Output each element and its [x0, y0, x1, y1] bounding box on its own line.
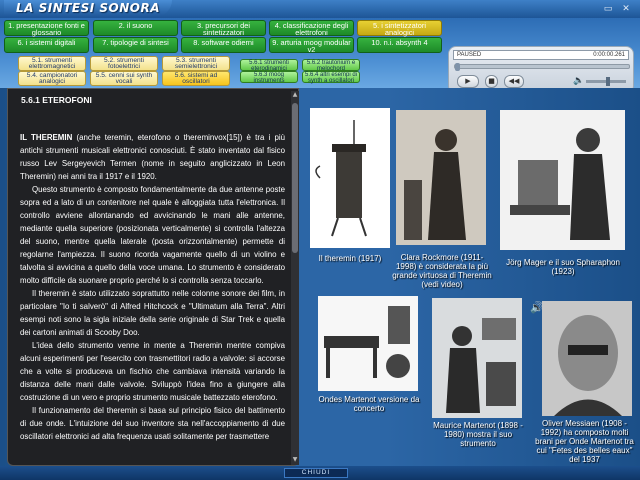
- app-title: LA SINTESI SONORA: [4, 0, 172, 17]
- martenot-photo[interactable]: [432, 298, 522, 418]
- nav-button-5[interactable]: 5. i sintetizzatori analogici: [357, 20, 442, 36]
- volume-thumb[interactable]: [606, 77, 610, 86]
- restore-window-button[interactable]: ▭: [602, 4, 614, 15]
- seek-thumb[interactable]: [455, 63, 460, 71]
- media-player: PAUSED 0:00:00.261 ▶ ■ ◀◀ 🔈: [448, 46, 634, 94]
- theremin-drawing: [315, 120, 367, 237]
- subnav-button-6[interactable]: 5.6. sistemi ad oscillatori: [162, 71, 230, 86]
- section-title: 5.6.1 ETEROFONI: [21, 95, 92, 105]
- nav-button-7[interactable]: 7. tipologie di sintesi: [93, 37, 178, 53]
- text-body: IL THEREMIN (anche teremin, eterofono o …: [20, 131, 285, 463]
- subnav2-button-2[interactable]: 5.6.2 trautonium e melochord: [302, 59, 360, 72]
- subnav2-button-4[interactable]: 5.6.4 altri esempi di synth a oscillator…: [302, 71, 360, 84]
- ondes-drawing: [318, 296, 418, 391]
- player-time: 0:00:00.261: [593, 52, 625, 58]
- theremin-photo[interactable]: [310, 108, 390, 248]
- messiaen-figure: [542, 301, 632, 416]
- title-bar: LA SINTESI SONORA ▭ ✕: [0, 0, 640, 18]
- subnav2-button-3[interactable]: 5.6.3 moog instruments: [240, 71, 298, 84]
- martenot-figure: [432, 298, 522, 418]
- paragraph: Il theremin è stato utilizzato soprattut…: [20, 289, 285, 337]
- player-status-text: PAUSED: [457, 52, 482, 58]
- nav-button-8[interactable]: 8. software odierni: [181, 37, 266, 53]
- player-status-bar: PAUSED 0:00:00.261: [453, 50, 629, 60]
- mager-photo[interactable]: [500, 110, 625, 250]
- subnav-button-5[interactable]: 5.5. cenni sui synth vocali: [90, 71, 158, 86]
- footer: CHIUDI: [0, 466, 640, 480]
- caption-ondes: Ondes Martenot versione da concerto: [318, 395, 420, 413]
- mager-figure: [500, 110, 625, 250]
- paragraph-lead: IL THEREMIN: [20, 133, 73, 142]
- caption-mager: Jörg Mager e il suo Spharaphon (1923): [506, 258, 620, 276]
- messiaen-photo[interactable]: [542, 301, 632, 416]
- subnav2-button-1[interactable]: 5.6.1 strumenti eterodinamici: [240, 59, 298, 72]
- paragraph: Questo strumento è composto fondamentalm…: [20, 185, 285, 285]
- scroll-up-arrow-icon[interactable]: ▲: [291, 91, 299, 100]
- scrollbar[interactable]: ▲ ▼: [291, 91, 299, 465]
- rockmore-photo[interactable]: [396, 110, 486, 245]
- nav-button-9[interactable]: 9. arturia moog modular v2: [269, 37, 354, 53]
- caption-rockmore: Clara Rockmore (1911-1998) è considerata…: [392, 253, 492, 289]
- caption-maurice: Maurice Martenot (1898 - 1980) mostra il…: [433, 421, 523, 448]
- seek-bar[interactable]: [454, 63, 630, 71]
- stop-button[interactable]: ■: [485, 75, 498, 88]
- close-button[interactable]: CHIUDI: [284, 468, 348, 478]
- nav-button-3[interactable]: 3. precursori dei sintetizzatori: [181, 20, 266, 36]
- nav-button-10[interactable]: 10. n.i. absynth 4: [357, 37, 442, 53]
- paragraph: L'idea dello strumento venne in mente a …: [20, 341, 285, 402]
- nav-button-4[interactable]: 4. classificazione degli elettrofoni: [269, 20, 354, 36]
- main-content: 5.6.1 ETEROFONI IL THEREMIN (anche terem…: [0, 88, 640, 468]
- close-window-button[interactable]: ✕: [620, 4, 632, 15]
- paragraph: IL THEREMIN (anche teremin, eterofono o …: [20, 131, 285, 183]
- rewind-button[interactable]: ◀◀: [504, 75, 524, 88]
- scroll-thumb[interactable]: [292, 103, 298, 253]
- subnav-button-1[interactable]: 5.1. strumenti elettromagnetici: [18, 56, 86, 71]
- scroll-down-arrow-icon[interactable]: ▼: [291, 456, 299, 465]
- header: 1. presentazione fonti e glossario 2. il …: [0, 18, 640, 94]
- rockmore-figure: [396, 110, 486, 245]
- subnav-button-3[interactable]: 5.3. strumenti semielettronici: [162, 56, 230, 71]
- nav-button-2[interactable]: 2. il suono: [93, 20, 178, 36]
- play-button[interactable]: ▶: [457, 75, 479, 88]
- subnav-button-4[interactable]: 5.4. campionatori analogici: [18, 71, 86, 86]
- volume-slider[interactable]: [586, 77, 626, 86]
- text-panel: 5.6.1 ETEROFONI IL THEREMIN (anche terem…: [7, 88, 299, 466]
- paragraph: Il funzionamento del theremin si basa su…: [20, 406, 285, 441]
- images-area: Il theremin (1917) Clara Rockmore (1911-…: [300, 88, 640, 468]
- nav-button-1[interactable]: 1. presentazione fonti e glossario: [4, 20, 89, 36]
- nav-button-6[interactable]: 6. i sistemi digitali: [4, 37, 89, 53]
- subnav-button-2[interactable]: 5.2. strumenti fotoelettrici: [90, 56, 158, 71]
- caption-messiaen: Oliver Messiaen (1908 - 1992) ha compost…: [535, 419, 634, 464]
- speaker-icon: 🔈: [573, 76, 585, 86]
- caption-theremin: Il theremin (1917): [318, 254, 382, 263]
- ondes-martenot-photo[interactable]: [318, 296, 418, 391]
